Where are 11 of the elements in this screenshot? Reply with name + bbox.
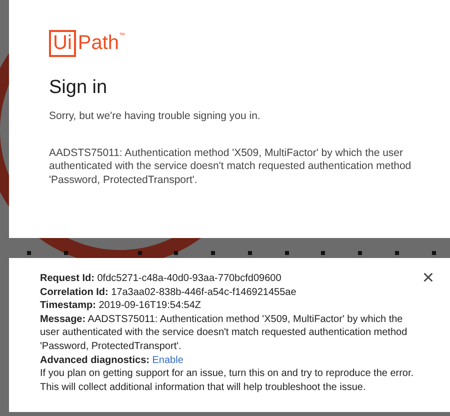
detail-line: Timestamp: 2019-09-16T19:54:54Z — [40, 299, 202, 313]
detail-line: Correlation Id: 17a3aa02-838b-446f-a54c-f146921455ae — [40, 286, 298, 300]
close-button[interactable]: × — [422, 268, 434, 288]
detail-line: Message: AADSTS75011: Authentication method 'X509, MultiFactor' by which the user authenticated with the service doesn't match requested authentication method 'Password, ProtectedTransport'. — [40, 312, 408, 354]
error-summary: Sorry, but we're having trouble signing you in. — [49, 108, 262, 124]
help-text: If you plan on getting support for an issue, turn this on and try to reproduce the error. This will collect additional information that will help troubleshoot the issue. — [40, 367, 415, 394]
enable-link[interactable]: Enable — [152, 354, 184, 366]
error-message: AADSTS75011: Authentication method 'X509, MultiFactor' by which the user authenticated with the service doesn't match requested authentication method 'Password, ProtectedTransport'. — [49, 146, 412, 188]
detail-line: Request Id: 0fdc5271-c48a-40d0-93aa-770bcfd09600 — [40, 272, 282, 286]
diagnostics-label: Advanced diagnostics: — [40, 354, 150, 366]
page-title: Sign in — [49, 77, 108, 100]
